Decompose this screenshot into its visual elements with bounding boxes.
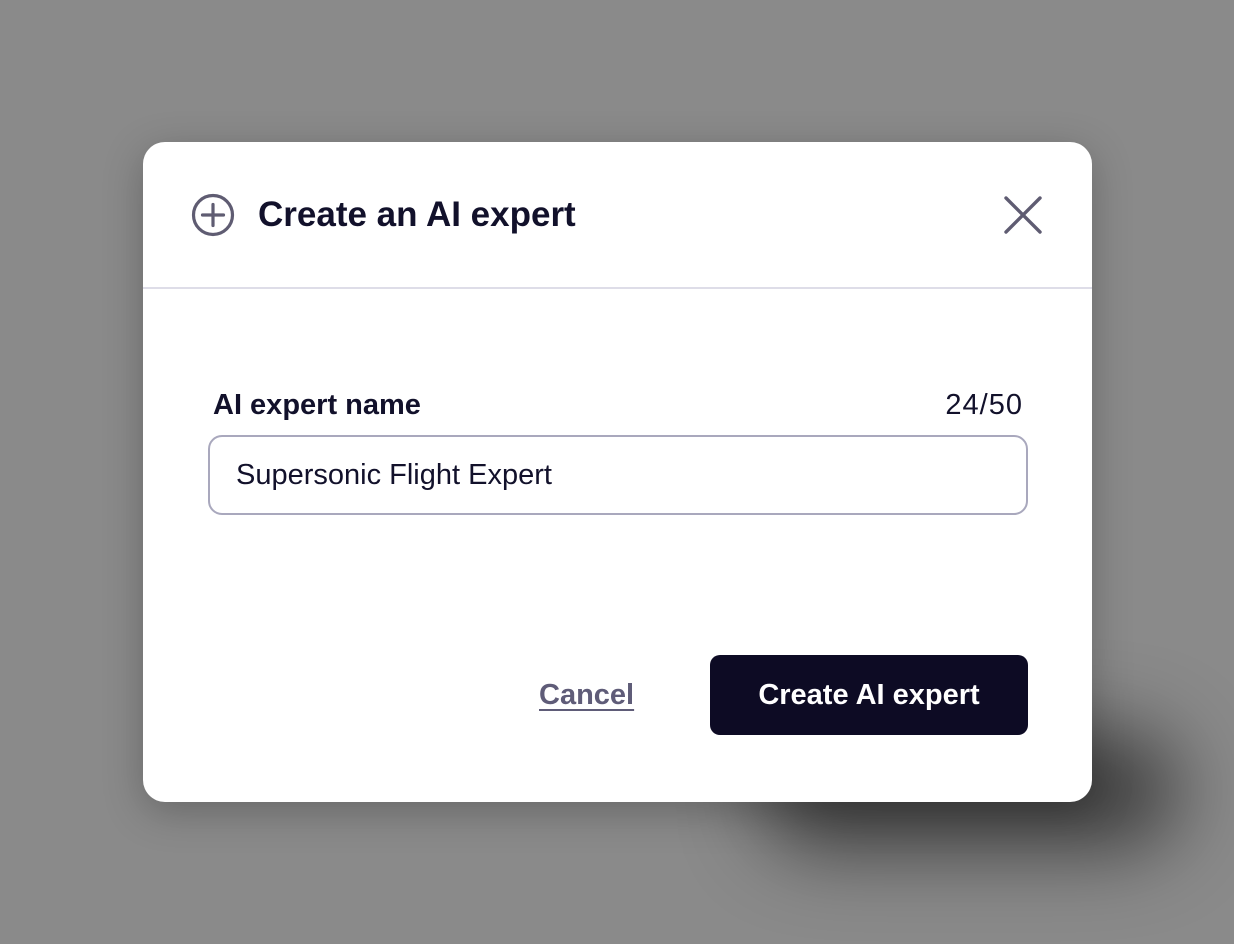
create-ai-expert-dialog: Create an AI expert AI expert name 24/50… <box>143 142 1092 802</box>
dialog-header: Create an AI expert <box>143 142 1092 289</box>
character-counter: 24/50 <box>945 389 1023 421</box>
name-field-label: AI expert name <box>213 389 421 421</box>
plus-circle-icon <box>191 193 235 237</box>
ai-expert-name-input[interactable] <box>208 435 1028 515</box>
create-ai-expert-button[interactable]: Create AI expert <box>710 655 1028 735</box>
close-icon <box>1000 196 1046 242</box>
cancel-button[interactable]: Cancel <box>539 675 634 715</box>
close-button[interactable] <box>1000 192 1046 238</box>
dialog-title: Create an AI expert <box>258 195 576 234</box>
